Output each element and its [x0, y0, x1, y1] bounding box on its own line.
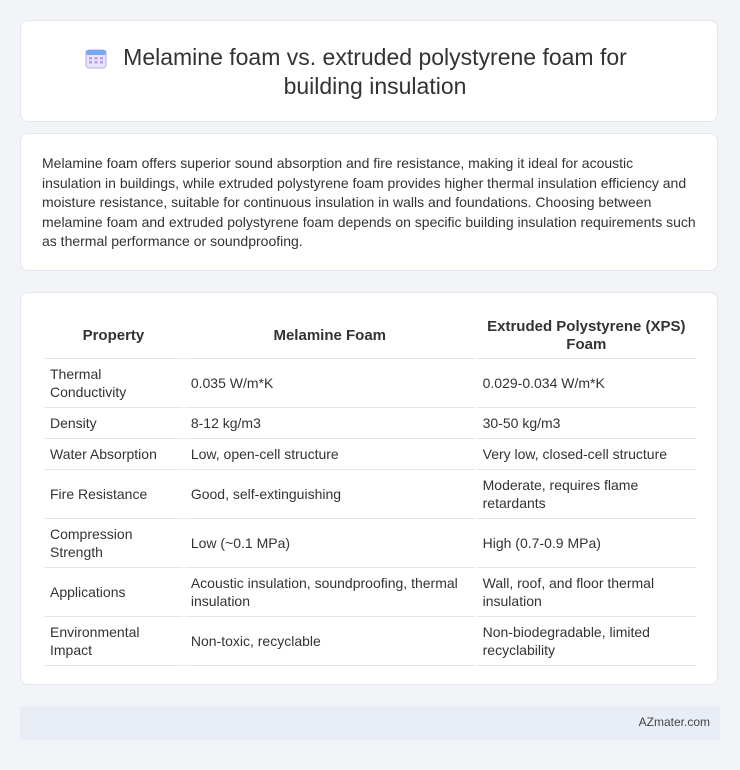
footer-brand[interactable]: AZmater.com — [639, 715, 710, 729]
table-row: Environmental Impact Non-toxic, recyclab… — [44, 617, 696, 666]
xps-cell: Wall, roof, and floor thermal insulation — [476, 568, 696, 617]
comparison-table: Property Melamine Foam Extruded Polystyr… — [42, 314, 698, 666]
xps-cell: High (0.7-0.9 MPa) — [476, 519, 696, 568]
table-row: Applications Acoustic insulation, soundp… — [44, 568, 696, 617]
property-cell: Environmental Impact — [44, 617, 183, 666]
xps-cell: Very low, closed-cell structure — [476, 439, 696, 470]
property-cell: Density — [44, 408, 183, 439]
melamine-cell: Low (~0.1 MPa) — [184, 519, 475, 568]
xps-cell: 0.029-0.034 W/m*K — [476, 359, 696, 408]
table-row: Density 8-12 kg/m3 30-50 kg/m3 — [44, 408, 696, 439]
comparison-table-card: Property Melamine Foam Extruded Polystyr… — [20, 292, 718, 685]
melamine-cell: Low, open-cell structure — [184, 439, 475, 470]
melamine-cell: 0.035 W/m*K — [184, 359, 475, 408]
melamine-cell: Non-toxic, recyclable — [184, 617, 475, 666]
property-cell: Water Absorption — [44, 439, 183, 470]
melamine-cell: Good, self-extinguishing — [184, 470, 475, 519]
table-row: Fire Resistance Good, self-extinguishing… — [44, 470, 696, 519]
table-header-row: Property Melamine Foam Extruded Polystyr… — [44, 314, 696, 359]
property-cell: Fire Resistance — [44, 470, 183, 519]
table-row: Compression Strength Low (~0.1 MPa) High… — [44, 519, 696, 568]
footer-bar: AZmater.com — [20, 706, 720, 740]
column-header-melamine: Melamine Foam — [184, 314, 475, 359]
xps-cell: Moderate, requires flame retardants — [476, 470, 696, 519]
property-cell: Thermal Conductivity — [44, 359, 183, 408]
summary-card: Melamine foam offers superior sound abso… — [20, 133, 718, 271]
property-cell: Applications — [44, 568, 183, 617]
table-row: Thermal Conductivity 0.035 W/m*K 0.029-0… — [44, 359, 696, 408]
melamine-cell: Acoustic insulation, soundproofing, ther… — [184, 568, 475, 617]
table-row: Water Absorption Low, open-cell structur… — [44, 439, 696, 470]
melamine-cell: 8-12 kg/m3 — [184, 408, 475, 439]
column-header-property: Property — [44, 314, 183, 359]
page-title: Melamine foam vs. extruded polystyrene f… — [123, 44, 627, 99]
xps-cell: 30-50 kg/m3 — [476, 408, 696, 439]
summary-text: Melamine foam offers superior sound abso… — [42, 155, 696, 250]
property-cell: Compression Strength — [44, 519, 183, 568]
column-header-xps: Extruded Polystyrene (XPS) Foam — [476, 314, 696, 359]
title-card: Melamine foam vs. extruded polystyrene f… — [20, 20, 718, 122]
xps-cell: Non-biodegradable, limited recyclability — [476, 617, 696, 666]
